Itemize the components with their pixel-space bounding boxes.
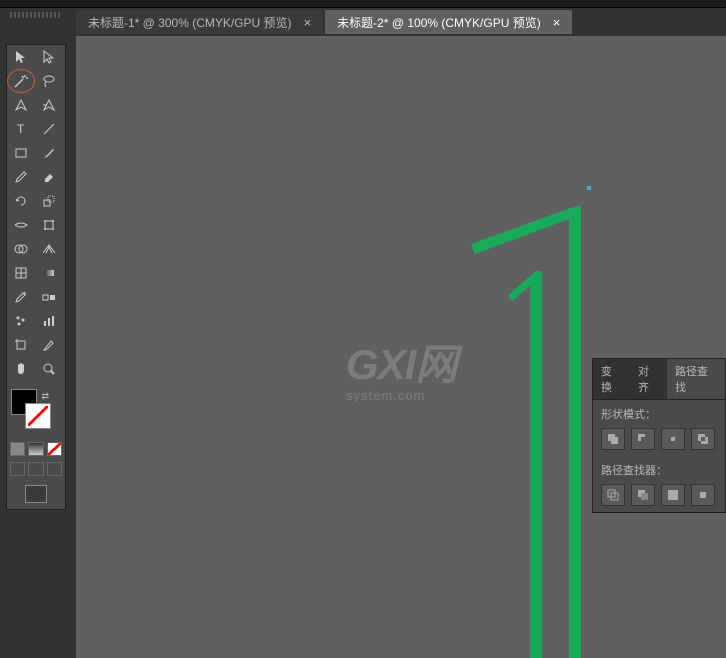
draw-behind-icon[interactable] — [28, 462, 43, 476]
shape-mode-label: 形状模式： — [601, 406, 717, 422]
tab-transform[interactable]: 变换 — [593, 359, 630, 399]
document-tab-bar: 未标题-1* @ 300% (CMYK/GPU 预览) × 未标题-2* @ 1… — [0, 8, 726, 36]
merge-button[interactable] — [661, 484, 685, 506]
watermark-main: GXI网 — [346, 331, 456, 392]
divide-button[interactable] — [601, 484, 625, 506]
watermark: GXI网 system.com — [346, 331, 456, 403]
gradient-mode-icon[interactable] — [28, 442, 43, 456]
free-transform-tool-icon[interactable] — [35, 213, 63, 237]
document-tab[interactable]: 未标题-1* @ 300% (CMYK/GPU 预览) × — [76, 10, 323, 34]
rotate-tool-icon[interactable] — [7, 189, 35, 213]
pencil-tool-icon[interactable] — [7, 165, 35, 189]
width-tool-icon[interactable] — [7, 213, 35, 237]
stroke-color-swatch[interactable] — [25, 403, 51, 429]
panel-tabs: 变换 对齐 路径查找 — [593, 359, 725, 400]
slice-tool-icon[interactable] — [35, 333, 63, 357]
svg-text:T: T — [17, 122, 25, 136]
canvas[interactable]: GXI网 system.com — [76, 36, 726, 658]
lasso-tool-icon[interactable] — [35, 69, 63, 93]
tab-align[interactable]: 对齐 — [630, 359, 667, 399]
intersect-button[interactable] — [661, 428, 685, 450]
crop-button[interactable] — [691, 484, 715, 506]
pathfinder-label: 路径查找器： — [601, 462, 717, 478]
rectangle-tool-icon[interactable] — [7, 141, 35, 165]
mesh-tool-icon[interactable] — [7, 261, 35, 285]
symbol-sprayer-tool-icon[interactable] — [7, 309, 35, 333]
selection-tool-icon[interactable] — [7, 45, 35, 69]
draw-inside-icon[interactable] — [47, 462, 62, 476]
paintbrush-tool-icon[interactable] — [35, 141, 63, 165]
selection-handle[interactable] — [587, 186, 591, 190]
unite-button[interactable] — [601, 428, 625, 450]
none-mode-icon[interactable] — [47, 442, 62, 456]
color-swatch-section: ⇄ — [7, 381, 65, 439]
eyedropper-tool-icon[interactable] — [7, 285, 35, 309]
exclude-button[interactable] — [691, 428, 715, 450]
color-mode-icon[interactable] — [10, 442, 25, 456]
pathfinder-panel: 变换 对齐 路径查找 形状模式： 路径查找器： — [592, 358, 726, 513]
magic-wand-tool-icon[interactable] — [7, 69, 35, 93]
tab-label: 未标题-1* @ 300% (CMYK/GPU 预览) — [88, 14, 292, 31]
swap-colors-icon[interactable]: ⇄ — [41, 391, 49, 402]
dock-grip[interactable] — [10, 12, 60, 18]
gradient-tool-icon[interactable] — [35, 261, 63, 285]
line-tool-icon[interactable] — [35, 117, 63, 141]
artwork-shape-inner[interactable] — [508, 271, 568, 658]
shape-builder-tool-icon[interactable] — [7, 237, 35, 261]
type-tool-icon[interactable]: T — [7, 117, 35, 141]
toolbox: T — [6, 44, 66, 510]
zoom-tool-icon[interactable] — [35, 357, 63, 381]
document-tab[interactable]: 未标题-2* @ 100% (CMYK/GPU 预览) × — [325, 10, 572, 34]
eraser-tool-icon[interactable] — [35, 165, 63, 189]
trim-button[interactable] — [631, 484, 655, 506]
draw-normal-icon[interactable] — [10, 462, 25, 476]
close-icon[interactable]: × — [549, 15, 565, 30]
hand-tool-icon[interactable] — [7, 357, 35, 381]
tab-pathfinder[interactable]: 路径查找 — [667, 359, 725, 399]
scale-tool-icon[interactable] — [35, 189, 63, 213]
perspective-tool-icon[interactable] — [35, 237, 63, 261]
pen-tool-icon[interactable] — [7, 93, 35, 117]
blend-tool-icon[interactable] — [35, 285, 63, 309]
close-icon[interactable]: × — [300, 15, 316, 30]
direct-selection-tool-icon[interactable] — [35, 45, 63, 69]
screen-mode-icon[interactable] — [25, 485, 47, 503]
curvature-tool-icon[interactable] — [35, 93, 63, 117]
graph-tool-icon[interactable] — [35, 309, 63, 333]
artboard-tool-icon[interactable] — [7, 333, 35, 357]
minus-front-button[interactable] — [631, 428, 655, 450]
tab-label: 未标题-2* @ 100% (CMYK/GPU 预览) — [337, 14, 541, 31]
